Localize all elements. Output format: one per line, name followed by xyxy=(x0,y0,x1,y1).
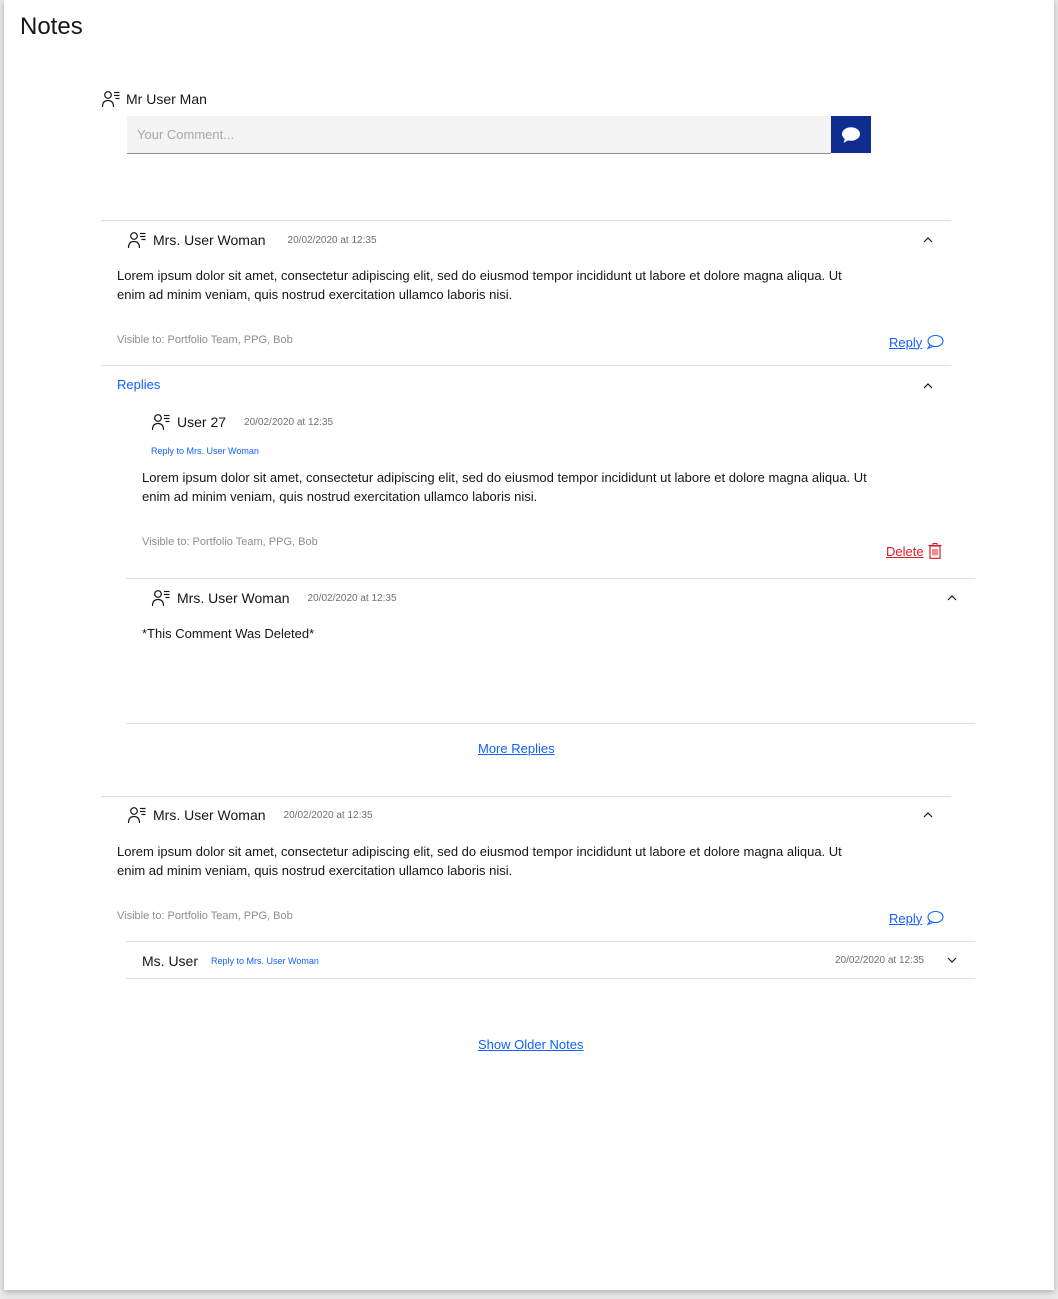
user-list-icon xyxy=(151,590,170,607)
delete-button[interactable]: Delete xyxy=(886,543,942,559)
reply-timestamp: 20/02/2020 at 12:35 xyxy=(244,416,334,428)
visibility-text: Visible to: Portfolio Team, PPG, Bob xyxy=(117,334,293,346)
reply-to-link[interactable]: Reply to Mrs. User Woman xyxy=(211,956,319,966)
chevron-up-icon[interactable] xyxy=(921,808,935,822)
chevron-up-icon[interactable] xyxy=(921,379,935,393)
notes-panel: Notes Mr User Man Mrs. User Woman 20 xyxy=(4,0,1054,1290)
speech-bubble-outline-icon xyxy=(926,910,944,926)
reply-button[interactable]: Reply xyxy=(889,334,944,350)
user-list-icon xyxy=(101,91,120,108)
reply-timestamp: 20/02/2020 at 12:35 xyxy=(307,592,397,604)
divider xyxy=(101,220,951,221)
user-list-icon xyxy=(151,414,170,431)
reply-author: Ms. User xyxy=(142,953,198,969)
replies-heading[interactable]: Replies xyxy=(117,377,160,392)
collapsed-reply-row[interactable]: Ms. User Reply to Mrs. User Woman 20/02/… xyxy=(126,942,975,978)
show-older-notes-link[interactable]: Show Older Notes xyxy=(478,1037,584,1052)
speech-bubble-icon xyxy=(842,126,860,143)
comment-input[interactable] xyxy=(127,116,831,153)
note-timestamp: 20/02/2020 at 12:35 xyxy=(283,809,373,821)
divider xyxy=(101,365,951,366)
note-body: Lorem ipsum dolor sit amet, consectetur … xyxy=(117,268,842,302)
note-header: Mrs. User Woman 20/02/2020 at 12:35 xyxy=(127,230,377,250)
divider xyxy=(101,796,951,797)
reply-to-link[interactable]: Reply to Mrs. User Woman xyxy=(151,446,259,456)
deleted-comment-text: *This Comment Was Deleted* xyxy=(142,626,315,641)
reply-body: Lorem ipsum dolor sit amet, consectetur … xyxy=(142,470,867,504)
comment-field[interactable] xyxy=(127,116,831,154)
composer-user-name: Mr User Man xyxy=(126,91,207,107)
reply-label[interactable]: Reply xyxy=(889,335,922,350)
composer-user: Mr User Man xyxy=(101,89,207,109)
more-replies-link[interactable]: More Replies xyxy=(478,741,555,756)
visibility-text: Visible to: Portfolio Team, PPG, Bob xyxy=(142,536,318,548)
trash-icon xyxy=(928,543,942,559)
visibility-text: Visible to: Portfolio Team, PPG, Bob xyxy=(117,910,293,922)
speech-bubble-outline-icon xyxy=(926,334,944,350)
delete-label[interactable]: Delete xyxy=(886,544,924,559)
chevron-up-icon[interactable] xyxy=(945,591,959,605)
note-header: Mrs. User Woman 20/02/2020 at 12:35 xyxy=(127,805,373,825)
note-timestamp: 20/02/2020 at 12:35 xyxy=(287,234,377,246)
divider xyxy=(126,578,975,579)
note-author: Mrs. User Woman xyxy=(153,807,266,823)
page-title: Notes xyxy=(20,13,83,40)
chevron-down-icon[interactable] xyxy=(945,953,959,967)
divider xyxy=(126,978,975,979)
divider xyxy=(126,723,975,724)
user-list-icon xyxy=(127,232,146,249)
reply-header: User 27 20/02/2020 at 12:35 xyxy=(151,412,333,432)
user-list-icon xyxy=(127,807,146,824)
reply-timestamp: 20/02/2020 at 12:35 xyxy=(835,955,924,966)
reply-label[interactable]: Reply xyxy=(889,911,922,926)
send-comment-button[interactable] xyxy=(831,116,871,153)
chevron-up-icon[interactable] xyxy=(921,233,935,247)
reply-header: Mrs. User Woman 20/02/2020 at 12:35 xyxy=(151,588,397,608)
reply-button[interactable]: Reply xyxy=(889,910,944,926)
reply-author: User 27 xyxy=(177,414,227,430)
note-body: Lorem ipsum dolor sit amet, consectetur … xyxy=(117,844,842,878)
note-author: Mrs. User Woman xyxy=(153,232,266,248)
reply-author: Mrs. User Woman xyxy=(177,590,290,606)
